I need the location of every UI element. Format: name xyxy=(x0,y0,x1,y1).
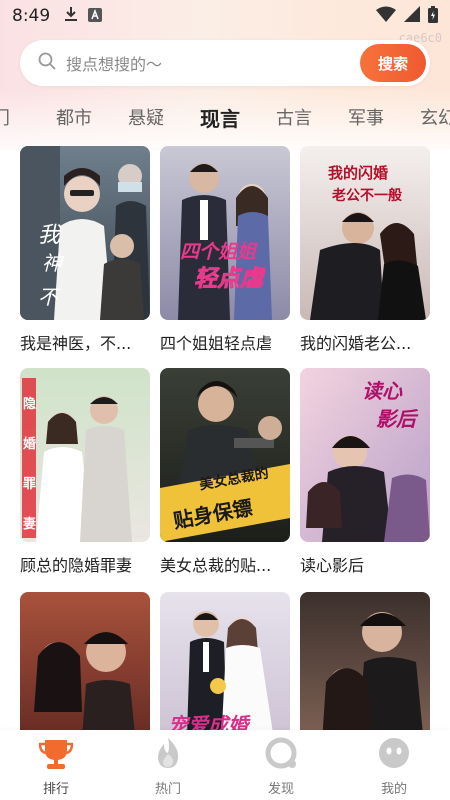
signal-icon xyxy=(404,6,420,26)
app-notification-icon xyxy=(88,7,103,26)
nav-profile[interactable]: 我的 xyxy=(354,736,434,798)
svg-text:老公不一般: 老公不一般 xyxy=(332,187,402,204)
tab-modern-romance[interactable]: 现言 xyxy=(200,103,240,132)
search-icon xyxy=(38,52,56,74)
wifi-icon xyxy=(376,6,396,26)
svg-text:神: 神 xyxy=(42,251,64,275)
drama-poster[interactable] xyxy=(20,592,150,730)
battery-icon xyxy=(428,5,438,27)
bottom-nav: 排行 热门 发现 我的 xyxy=(0,730,450,800)
svg-text:罪: 罪 xyxy=(23,476,36,492)
profile-icon xyxy=(377,736,411,774)
svg-text:婚: 婚 xyxy=(23,436,36,452)
flame-icon xyxy=(151,736,185,774)
nav-rank-label: 排行 xyxy=(42,782,69,797)
drama-poster[interactable]: 四个姐姐 轻点虐 xyxy=(160,146,290,320)
download-icon xyxy=(64,6,78,26)
category-tabs: 门 都市 悬疑 现言 古言 军事 玄幻 xyxy=(0,98,450,134)
tab-urban[interactable]: 都市 xyxy=(56,104,92,130)
drama-poster[interactable] xyxy=(300,592,430,730)
drama-title[interactable]: 顾总的隐婚罪妻 xyxy=(20,552,150,576)
status-bar: 8:49 xyxy=(0,0,450,32)
nav-rank[interactable]: 排行 xyxy=(16,736,96,798)
trophy-icon xyxy=(38,736,74,774)
drama-card[interactable]: 美女总裁的 贴身保镖 美女总裁的贴... xyxy=(160,368,290,576)
discover-icon xyxy=(264,736,298,774)
drama-grid: 我 神 不 我是神医，不... 四个姐姐 轻点虐 四个姐姐轻点虐 我的闪婚 老公… xyxy=(20,146,432,730)
svg-text:读心: 读心 xyxy=(362,379,403,403)
drama-poster[interactable]: 宠爱成婚 xyxy=(160,592,290,730)
nav-discover-label: 发现 xyxy=(267,782,294,797)
svg-text:妻: 妻 xyxy=(23,516,36,532)
drama-card[interactable]: 我的闪婚 老公不一般 我的闪婚老公... xyxy=(300,146,430,354)
drama-title[interactable]: 我是神医，不... xyxy=(20,330,150,354)
nav-discover[interactable]: 发现 xyxy=(241,736,321,798)
drama-card[interactable]: 我 神 不 我是神医，不... xyxy=(20,146,150,354)
tab-hot[interactable]: 门 xyxy=(0,104,10,130)
drama-title[interactable]: 美女总裁的贴... xyxy=(160,552,290,576)
drama-card[interactable] xyxy=(20,592,150,730)
drama-poster[interactable]: 读心 影后 xyxy=(300,368,430,542)
tab-military[interactable]: 军事 xyxy=(348,104,384,130)
nav-hot[interactable]: 热门 xyxy=(128,736,208,798)
svg-text:轻点虐: 轻点虐 xyxy=(194,265,267,292)
tab-suspense[interactable]: 悬疑 xyxy=(128,104,164,130)
svg-text:影后: 影后 xyxy=(376,407,419,431)
nav-profile-label: 我的 xyxy=(380,782,407,797)
search-input[interactable]: 搜点想搜的～ xyxy=(66,51,162,75)
drama-title[interactable]: 四个姐姐轻点虐 xyxy=(160,330,290,354)
svg-text:四个姐姐: 四个姐姐 xyxy=(180,241,258,263)
status-time: 8:49 xyxy=(12,6,51,26)
nav-hot-label: 热门 xyxy=(154,782,181,797)
drama-title[interactable]: 我的闪婚老公... xyxy=(300,330,430,354)
drama-poster[interactable]: 我的闪婚 老公不一般 xyxy=(300,146,430,320)
drama-poster[interactable]: 我 神 不 xyxy=(20,146,150,320)
svg-text:宠爱成婚: 宠爱成婚 xyxy=(168,713,251,730)
drama-card[interactable] xyxy=(300,592,430,730)
drama-title[interactable]: 读心影后 xyxy=(300,552,430,576)
tab-fantasy[interactable]: 玄幻 xyxy=(420,104,450,130)
search-button[interactable]: 搜索 xyxy=(360,44,426,82)
drama-poster[interactable]: 隐 婚 罪 妻 xyxy=(20,368,150,542)
svg-text:隐: 隐 xyxy=(23,396,36,412)
svg-text:我: 我 xyxy=(38,223,62,248)
drama-poster[interactable]: 美女总裁的 贴身保镖 xyxy=(160,368,290,542)
drama-card[interactable]: 读心 影后 读心影后 xyxy=(300,368,430,576)
svg-text:我的闪婚: 我的闪婚 xyxy=(328,164,388,182)
drama-card[interactable]: 宠爱成婚 xyxy=(160,592,290,730)
drama-card[interactable]: 四个姐姐 轻点虐 四个姐姐轻点虐 xyxy=(160,146,290,354)
search-bar[interactable]: 搜点想搜的～ 搜索 xyxy=(20,40,430,86)
svg-text:不: 不 xyxy=(38,285,61,309)
drama-card[interactable]: 隐 婚 罪 妻 顾总的隐婚罪妻 xyxy=(20,368,150,576)
tab-ancient-romance[interactable]: 古言 xyxy=(276,104,312,130)
